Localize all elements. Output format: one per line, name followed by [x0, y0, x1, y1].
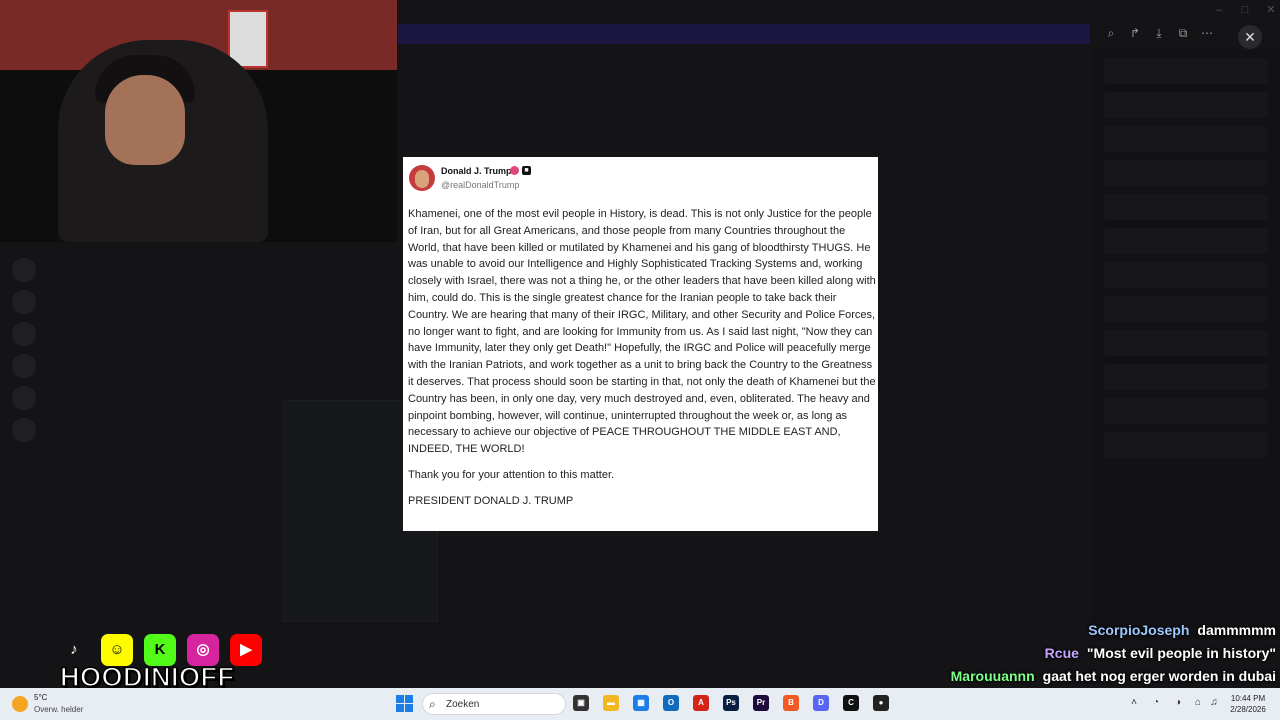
premiere-icon[interactable]: Pr [753, 695, 769, 711]
tweet-body: Khamenei, one of the most evil people in… [408, 206, 876, 519]
acrobat-icon[interactable]: A [693, 695, 709, 711]
weather-desc: Overw. helder [34, 705, 84, 714]
discord-icon[interactable]: D [813, 695, 829, 711]
maximize-icon[interactable]: □ [1239, 4, 1251, 16]
chat-username: ScorpioJoseph [1088, 622, 1190, 638]
download-icon[interactable]: ⤓ [1152, 26, 1166, 40]
open-external-icon[interactable]: ⧉ [1176, 26, 1190, 40]
viewer-toolbar: ⌕ ↱ ⤓ ⧉ ⋯ [1104, 26, 1214, 48]
chat-message: Rcue "Most evil people in history" [1045, 645, 1276, 667]
chat-username: Rcue [1044, 645, 1079, 661]
obs-icon[interactable]: ● [873, 695, 889, 711]
weather-icon [12, 696, 28, 712]
clock[interactable]: 10:44 PM 2/28/2026 [1226, 693, 1270, 715]
webcam-overlay [0, 0, 397, 242]
verified-badge-icon [510, 166, 519, 175]
reply-icon[interactable]: ↱ [1128, 26, 1142, 40]
search-placeholder: Zoeken [446, 699, 480, 710]
search-input[interactable]: ⌕ Zoeken [422, 693, 566, 715]
start-button[interactable] [396, 695, 413, 712]
server-rail [8, 250, 40, 500]
tweet-paragraph: Khamenei, one of the most evil people in… [408, 208, 876, 456]
minimize-icon[interactable]: – [1213, 4, 1225, 16]
file-explorer-icon[interactable]: ▬ [603, 695, 619, 711]
chat-text: gaat het nog erger worden in dubai [1042, 668, 1276, 684]
brave-icon[interactable]: B [783, 695, 799, 711]
taskbar: 5°C Overw. helder ⌕ Zoeken ▣ ▬ ▦ O A Ps Pr B D C ●… [0, 688, 1280, 720]
store-icon[interactable]: ▦ [633, 695, 649, 711]
member-list [1092, 50, 1280, 640]
tray-icon[interactable]: ◔ [1150, 697, 1162, 709]
weather-temp: 5°C [34, 693, 48, 702]
tweet-paragraph: PRESIDENT DONALD J. TRUMP [408, 494, 574, 507]
tweet-image: Donald J. Trump ■ @realDonaldTrump Khame… [403, 157, 878, 531]
chat-message: Marouuannn gaat het nog erger worden in d… [951, 668, 1276, 690]
chat-username: Marouuannn [950, 668, 1035, 684]
title-bar: – □ ✕ [398, 0, 1280, 22]
task-view-icon[interactable]: ▣ [573, 695, 589, 711]
more-icon[interactable]: ⋯ [1200, 26, 1214, 40]
avatar [409, 165, 435, 191]
window-close-icon[interactable]: ✕ [1265, 4, 1277, 16]
close-viewer-button[interactable]: ✕ [1238, 25, 1262, 49]
chat-text: dammmmm [1197, 622, 1276, 638]
tray-icon[interactable]: ◑ [1172, 697, 1184, 709]
notice-banner [398, 24, 1090, 44]
chat-message: ScorpioJoseph dammmmm [1088, 622, 1276, 644]
network-icon[interactable]: ⌂ [1192, 697, 1204, 709]
clock-date: 2/28/2026 [1230, 705, 1266, 714]
official-badge-icon: ■ [522, 166, 531, 175]
search-icon: ⌕ [429, 697, 436, 711]
tweet-author-name: Donald J. Trump [441, 166, 512, 176]
tweet-paragraph: Thank you for your attention to this mat… [408, 468, 615, 481]
tweet-author-handle: @realDonaldTrump [441, 180, 520, 190]
capcut-icon[interactable]: C [843, 695, 859, 711]
chat-text: "Most evil people in history" [1086, 645, 1276, 661]
volume-icon[interactable]: ♫ [1208, 697, 1220, 709]
photoshop-icon[interactable]: Ps [723, 695, 739, 711]
outlook-icon[interactable]: O [663, 695, 679, 711]
chevron-up-icon[interactable]: ˄ [1128, 697, 1140, 709]
clock-time: 10:44 PM [1230, 694, 1266, 703]
zoom-icon[interactable]: ⌕ [1104, 26, 1118, 40]
